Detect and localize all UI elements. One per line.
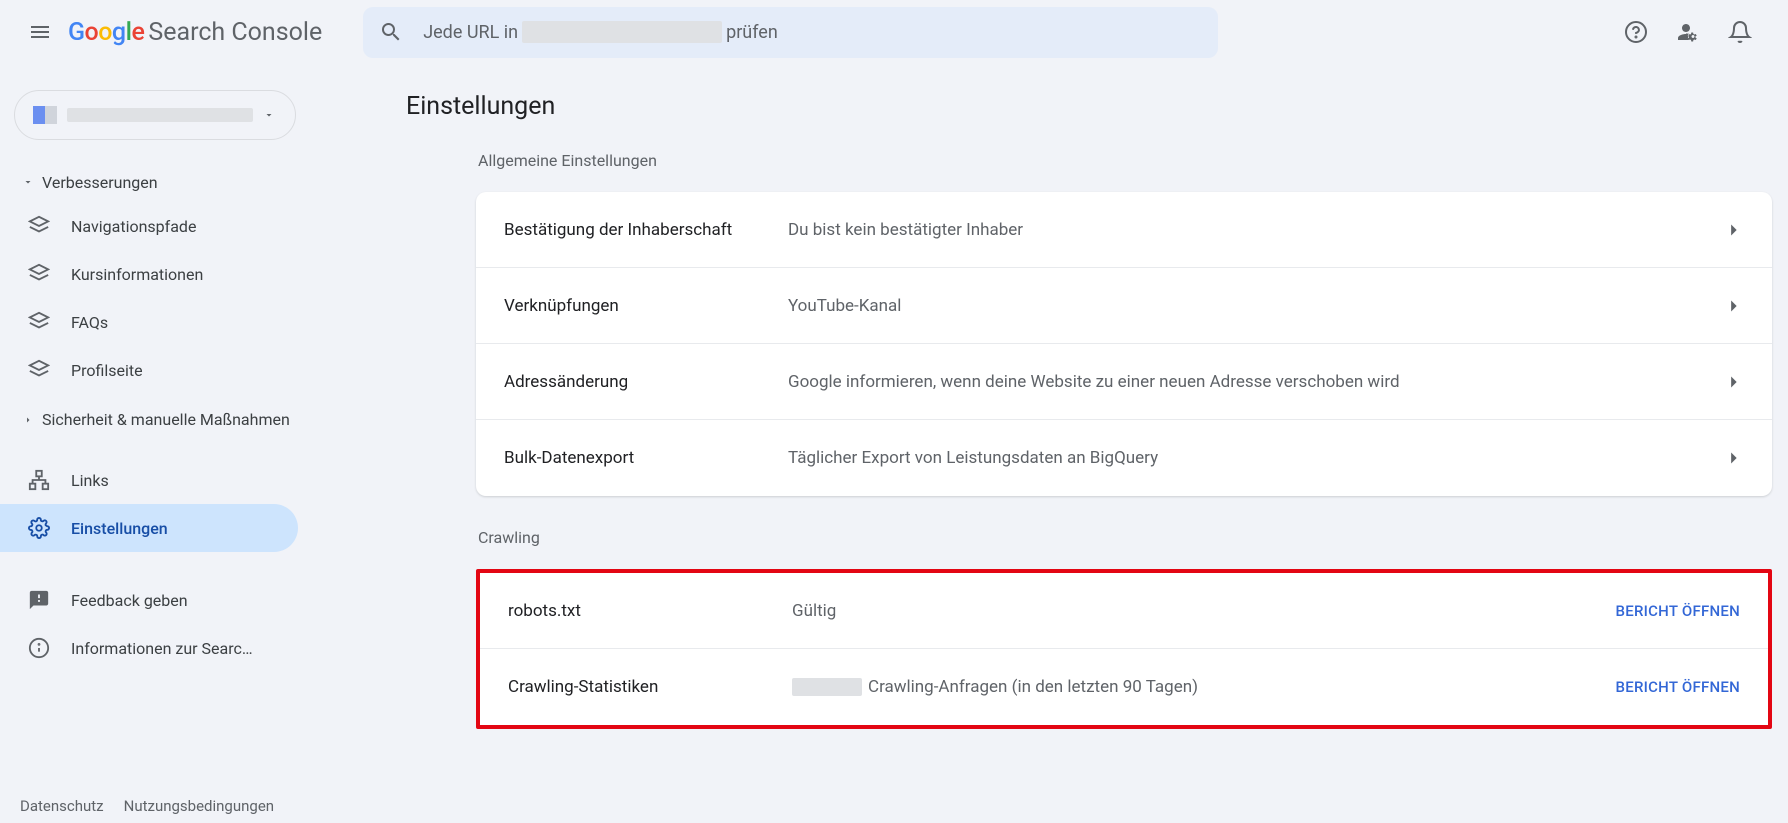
nav-label: Kursinformationen	[71, 265, 203, 284]
row-value: YouTube-Kanal	[788, 296, 1722, 316]
sidebar: Verbesserungen Navigationspfade Kursinfo…	[0, 64, 310, 823]
redacted-domain	[522, 21, 722, 43]
privacy-link[interactable]: Datenschutz	[20, 797, 104, 815]
row-value: Täglicher Export von Leistungsdaten an B…	[788, 448, 1722, 468]
row-value: Gültig	[792, 601, 1616, 621]
chevron-right-icon	[1722, 295, 1744, 317]
layers-icon	[28, 215, 50, 237]
google-wordmark: Google	[68, 18, 144, 47]
search-icon	[379, 20, 403, 44]
hamburger-menu-button[interactable]	[16, 8, 64, 56]
nav-label: Links	[71, 471, 109, 490]
users-settings-button[interactable]	[1664, 8, 1712, 56]
row-value: Du bist kein bestätigter Inhaber	[788, 220, 1722, 240]
hamburger-icon	[28, 20, 52, 44]
help-icon	[1624, 20, 1648, 44]
nav-label: Navigationspfade	[71, 217, 196, 236]
sidebar-footer-links: Datenschutz Nutzungsbedingungen	[20, 797, 274, 815]
product-logo[interactable]: Google Search Console	[68, 18, 322, 47]
row-robots-txt[interactable]: robots.txt Gültig BERICHT ÖFFNEN	[480, 573, 1768, 649]
nav-item-faqs[interactable]: FAQs	[0, 298, 298, 346]
nav-label: Informationen zur Searc…	[71, 639, 253, 658]
search-suffix: prüfen	[726, 22, 778, 43]
header-actions	[1612, 8, 1772, 56]
info-icon	[28, 637, 50, 659]
nav-item-links[interactable]: Links	[0, 456, 298, 504]
row-crawl-stats[interactable]: Crawling-Statistiken Crawling-Anfragen (…	[480, 649, 1768, 725]
app-header: Google Search Console Jede URL in prüfen	[0, 0, 1788, 64]
row-label: Crawling-Statistiken	[508, 677, 792, 697]
row-label: robots.txt	[508, 601, 792, 621]
row-label: Bestätigung der Inhaberschaft	[504, 220, 788, 240]
nav-item-profile[interactable]: Profilseite	[0, 346, 298, 394]
nav-label: FAQs	[71, 313, 108, 332]
redacted-count	[792, 678, 862, 696]
chevron-right-icon	[1722, 447, 1744, 469]
nav-item-breadcrumbs[interactable]: Navigationspfade	[0, 202, 298, 250]
row-label: Adressänderung	[504, 372, 788, 392]
nav-item-settings[interactable]: Einstellungen	[0, 504, 298, 552]
property-favicon	[33, 106, 57, 124]
property-selector[interactable]	[14, 90, 296, 140]
section-crawling-label: Crawling	[478, 528, 1788, 547]
nav-label: Profilseite	[71, 361, 143, 380]
nav-group-enhancements[interactable]: Verbesserungen	[0, 162, 310, 202]
nav-item-feedback[interactable]: Feedback geben	[0, 576, 298, 624]
nav-label: Einstellungen	[71, 519, 168, 538]
feedback-icon	[28, 589, 50, 611]
nav-item-courses[interactable]: Kursinformationen	[0, 250, 298, 298]
row-value: Crawling-Anfragen (in den letzten 90 Tag…	[792, 677, 1616, 697]
chevron-right-icon	[1722, 219, 1744, 241]
product-name: Search Console	[148, 18, 322, 47]
main-content: Einstellungen Allgemeine Einstellungen B…	[310, 64, 1788, 823]
section-general-label: Allgemeine Einstellungen	[478, 151, 1788, 170]
layers-icon	[28, 311, 50, 333]
chevron-down-icon	[263, 109, 275, 121]
search-prefix: Jede URL in	[423, 22, 518, 43]
terms-link[interactable]: Nutzungsbedingungen	[124, 797, 274, 815]
layers-icon	[28, 263, 50, 285]
open-report-link[interactable]: BERICHT ÖFFNEN	[1616, 678, 1741, 696]
sitemap-icon	[28, 469, 50, 491]
search-placeholder: Jede URL in prüfen	[423, 21, 778, 43]
chevron-right-icon	[1722, 371, 1744, 393]
open-report-link[interactable]: BERICHT ÖFFNEN	[1616, 602, 1741, 620]
notifications-button[interactable]	[1716, 8, 1764, 56]
row-label: Bulk-Datenexport	[504, 448, 788, 468]
redacted-property-name	[67, 108, 253, 122]
chevron-down-icon	[22, 176, 34, 188]
chevron-right-icon	[22, 414, 34, 426]
general-settings-card: Bestätigung der Inhaberschaft Du bist ke…	[476, 192, 1772, 496]
row-bulk-export[interactable]: Bulk-Datenexport Täglicher Export von Le…	[476, 420, 1772, 496]
help-button[interactable]	[1612, 8, 1660, 56]
row-address-change[interactable]: Adressänderung Google informieren, wenn …	[476, 344, 1772, 420]
user-gear-icon	[1676, 20, 1700, 44]
nav-group-label: Verbesserungen	[42, 173, 158, 192]
page-title: Einstellungen	[406, 92, 1788, 121]
bell-icon	[1728, 20, 1752, 44]
nav-group-label: Sicherheit & manuelle Maßnahmen	[42, 410, 290, 431]
row-value: Google informieren, wenn deine Website z…	[788, 372, 1722, 392]
nav-label: Feedback geben	[71, 591, 188, 610]
row-value-text: Crawling-Anfragen (in den letzten 90 Tag…	[868, 677, 1198, 697]
layers-icon	[28, 359, 50, 381]
gear-icon	[28, 517, 50, 539]
url-inspect-search[interactable]: Jede URL in prüfen	[363, 7, 1218, 58]
row-associations[interactable]: Verknüpfungen YouTube-Kanal	[476, 268, 1772, 344]
nav-group-security[interactable]: Sicherheit & manuelle Maßnahmen	[0, 400, 310, 440]
row-label: Verknüpfungen	[504, 296, 788, 316]
row-ownership[interactable]: Bestätigung der Inhaberschaft Du bist ke…	[476, 192, 1772, 268]
nav-item-about[interactable]: Informationen zur Searc…	[0, 624, 298, 672]
crawling-card-highlighted: robots.txt Gültig BERICHT ÖFFNEN Crawlin…	[476, 569, 1772, 729]
